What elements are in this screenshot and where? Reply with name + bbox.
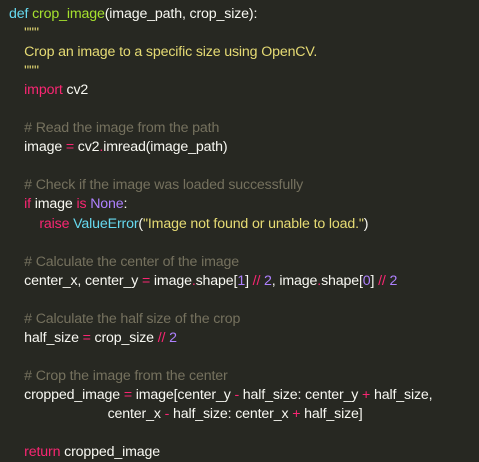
- code-line[interactable]: image = cv2.imread(image_path): [9, 138, 479, 157]
- code-token: is: [76, 196, 87, 213]
- code-token: crop_image: [32, 6, 105, 22]
- code-token: return: [24, 444, 61, 461]
- code-token: =: [82, 329, 91, 346]
- code-editor[interactable]: def crop_image(image_path, crop_size): "…: [0, 0, 479, 460]
- code-token: ValueError: [73, 215, 139, 232]
- code-token: image[center_y: [131, 386, 235, 403]
- code-token: ]: [370, 272, 379, 289]
- code-token: 2: [264, 272, 272, 289]
- code-token: half_size]: [300, 405, 363, 422]
- code-token: cropped_image: [9, 386, 124, 403]
- code-block[interactable]: def crop_image(image_path, crop_size): "…: [9, 5, 479, 462]
- code-token: half_size: center_y: [239, 386, 363, 403]
- code-token: :: [123, 196, 128, 213]
- code-token: crop_size: [90, 329, 158, 346]
- code-token: # Calculate the center of the image: [9, 253, 239, 270]
- code-line[interactable]: [9, 157, 479, 176]
- code-token: if: [24, 196, 31, 213]
- code-token: ]: [245, 272, 253, 289]
- code-token: =: [123, 386, 132, 403]
- code-token: """: [9, 25, 39, 42]
- code-line[interactable]: half_size = crop_size // 2: [9, 329, 479, 348]
- code-token: image: [9, 139, 66, 156]
- code-token: center_x, center_y: [9, 272, 142, 289]
- code-token: half_size: [9, 329, 83, 346]
- code-line[interactable]: # Check if the image was loaded successf…: [9, 176, 479, 195]
- code-token: cv2: [62, 82, 89, 99]
- code-line[interactable]: """: [9, 24, 479, 43]
- code-line[interactable]: # Calculate the center of the image: [9, 253, 479, 272]
- code-token: None: [90, 196, 124, 213]
- code-token: # Read the image from the path: [9, 120, 220, 137]
- code-token: half_size: center_x: [169, 405, 293, 422]
- code-token: +: [362, 386, 371, 403]
- code-line[interactable]: return cropped_image: [9, 443, 479, 462]
- code-token: import: [24, 82, 63, 99]
- code-token: =: [141, 272, 151, 289]
- code-token: //: [378, 272, 386, 289]
- code-line[interactable]: if image is None:: [9, 195, 479, 214]
- code-token: cv2: [74, 139, 100, 156]
- code-line[interactable]: """: [9, 62, 479, 81]
- code-token: 2: [389, 272, 398, 289]
- code-token: center_x: [9, 405, 165, 422]
- code-token: image: [30, 196, 77, 213]
- code-line[interactable]: Crop an image to a specific size using O…: [9, 43, 479, 62]
- code-line[interactable]: def crop_image(image_path, crop_size):: [9, 5, 479, 24]
- code-token: # Crop the image from the center: [9, 367, 228, 384]
- code-line[interactable]: [9, 100, 479, 119]
- code-token: shape[: [321, 272, 363, 289]
- code-token: """: [9, 63, 39, 80]
- code-token: cropped_image: [60, 444, 160, 461]
- code-token: "Image not found or unable to load.": [143, 215, 364, 232]
- code-token: # Calculate the half size of the crop: [9, 310, 241, 327]
- code-line[interactable]: cropped_image = image[center_y - half_si…: [9, 386, 479, 405]
- code-token: (image_path, crop_size):: [104, 6, 258, 22]
- code-token: def: [9, 6, 33, 22]
- code-line[interactable]: [9, 348, 479, 367]
- code-token: 0: [362, 272, 371, 289]
- code-token: half_size,: [370, 386, 433, 403]
- code-line[interactable]: center_x, center_y = image.shape[1] // 2…: [9, 272, 479, 291]
- code-line[interactable]: # Calculate the half size of the crop: [9, 310, 479, 329]
- code-token: 2: [169, 329, 177, 346]
- code-token: ): [363, 215, 369, 232]
- code-line[interactable]: # Crop the image from the center: [9, 367, 479, 386]
- code-token: # Check if the image was loaded successf…: [9, 177, 304, 194]
- code-token: 1: [237, 272, 246, 289]
- code-line[interactable]: [9, 234, 479, 253]
- code-token: =: [65, 139, 74, 156]
- code-line[interactable]: # Read the image from the path: [9, 119, 479, 138]
- code-line[interactable]: raise ValueError("Image not found or una…: [9, 215, 479, 234]
- code-token: raise: [39, 215, 70, 232]
- code-token: image: [150, 272, 192, 289]
- code-line[interactable]: [9, 424, 479, 443]
- code-token: imread(image_path): [103, 139, 228, 156]
- code-token: , image: [271, 272, 318, 289]
- code-token: +: [292, 405, 301, 422]
- code-line[interactable]: import cv2: [9, 81, 479, 100]
- code-token: Crop an image to a specific size using O…: [9, 44, 318, 61]
- code-line[interactable]: center_x - half_size: center_x + half_si…: [9, 405, 479, 424]
- code-token: shape[: [195, 272, 238, 289]
- code-line[interactable]: [9, 291, 479, 310]
